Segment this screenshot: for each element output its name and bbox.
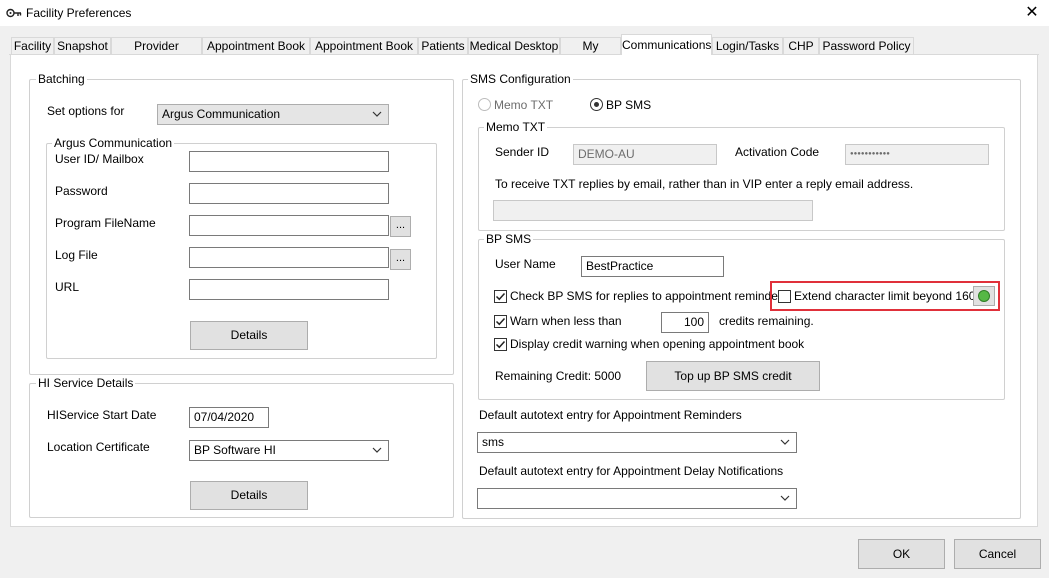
info-icon	[978, 290, 990, 302]
delay-autotext-dropdown[interactable]	[477, 488, 797, 509]
program-filename-browse-button[interactable]: ...	[390, 216, 411, 237]
chevron-down-icon	[372, 111, 382, 117]
password-input[interactable]	[189, 183, 389, 204]
activation-code-label: Activation Code	[735, 145, 820, 159]
url-label: URL	[55, 280, 80, 294]
tab-chp[interactable]: CHP	[783, 37, 819, 54]
reply-email-info: To receive TXT replies by email, rather …	[495, 177, 914, 191]
bp-sms-radio-label: BP SMS	[606, 98, 652, 112]
sender-id-label: Sender ID	[495, 145, 550, 159]
bp-sms-title: BP SMS	[484, 232, 534, 246]
chevron-down-icon	[372, 447, 382, 453]
tab-provider-options[interactable]: Provider Options	[111, 37, 202, 70]
checkmark-icon	[495, 340, 506, 349]
tab-password-policy[interactable]: Password Policy	[819, 37, 914, 54]
log-file-input[interactable]	[189, 247, 389, 268]
sender-id-input[interactable]: DEMO-AU	[573, 144, 717, 165]
tab-facility[interactable]: Facility	[11, 37, 54, 54]
set-options-value: Argus Communication	[162, 107, 281, 121]
tab-communications[interactable]: Communications	[621, 34, 712, 55]
top-up-button[interactable]: Top up BP SMS credit	[646, 361, 820, 391]
chevron-down-icon	[780, 439, 790, 445]
warn-label: Warn when less than	[510, 314, 622, 328]
extend-limit-info-button[interactable]	[973, 286, 995, 306]
hi-details-button[interactable]: Details	[190, 481, 308, 510]
warn-threshold-input[interactable]: 100	[661, 312, 709, 333]
memo-txt-title: Memo TXT	[484, 120, 548, 134]
sms-configuration-title: SMS Configuration	[468, 72, 573, 86]
display-warning-checkbox[interactable]	[494, 338, 507, 351]
tab-patients[interactable]: Patients	[418, 37, 468, 54]
argus-communication-title: Argus Communication	[52, 136, 175, 150]
delay-autotext-label: Default autotext entry for Appointment D…	[479, 464, 784, 478]
tab-appointment-book-1[interactable]: Appointment Book 1	[202, 37, 310, 70]
remaining-credit-label: Remaining Credit: 5000	[495, 369, 622, 383]
key-icon	[6, 6, 22, 20]
location-certificate-value: BP Software HI	[194, 443, 276, 457]
location-certificate-label: Location Certificate	[47, 440, 150, 454]
log-file-label: Log File	[55, 248, 98, 262]
cancel-button[interactable]: Cancel	[954, 539, 1041, 569]
window-title: Facility Preferences	[26, 6, 132, 20]
password-label: Password	[55, 184, 108, 198]
activation-code-input[interactable]: ●●●●●●●●●●●	[845, 144, 989, 165]
url-input[interactable]	[189, 279, 389, 300]
reply-email-input[interactable]	[493, 200, 813, 221]
chevron-down-icon	[780, 495, 790, 501]
tab-medical-desktop[interactable]: Medical Desktop	[468, 37, 560, 54]
reminder-autotext-label: Default autotext entry for Appointment R…	[479, 408, 742, 422]
ok-button[interactable]: OK	[858, 539, 945, 569]
location-certificate-dropdown[interactable]: BP Software HI	[189, 440, 389, 461]
tab-my-comms[interactable]: My Comms	[560, 37, 621, 70]
program-filename-label: Program FileName	[55, 216, 156, 230]
log-file-browse-button[interactable]: ...	[390, 249, 411, 270]
reminder-autotext-value: sms	[482, 435, 504, 449]
window-title-bar	[0, 0, 1049, 26]
user-id-input[interactable]	[189, 151, 389, 172]
reminder-autotext-dropdown[interactable]: sms	[477, 432, 797, 453]
memo-txt-radio[interactable]	[478, 98, 491, 111]
set-options-dropdown[interactable]: Argus Communication	[157, 104, 389, 125]
set-options-label: Set options for	[47, 104, 125, 118]
argus-details-button[interactable]: Details	[190, 321, 308, 350]
credits-remaining-label: credits remaining.	[719, 314, 814, 328]
display-warning-label: Display credit warning when opening appo…	[510, 337, 805, 351]
close-window-button[interactable]: ✕	[1022, 3, 1042, 23]
check-replies-checkbox[interactable]	[494, 290, 507, 303]
check-replies-label: Check BP SMS for replies to appointment …	[510, 289, 788, 303]
extend-limit-checkbox[interactable]	[778, 290, 791, 303]
batching-title: Batching	[36, 72, 87, 86]
checkmark-icon	[495, 317, 506, 326]
user-id-label: User ID/ Mailbox	[55, 152, 144, 166]
hi-start-date-label: HIService Start Date	[47, 408, 157, 422]
username-input[interactable]: BestPractice	[581, 256, 724, 277]
program-filename-input[interactable]	[189, 215, 389, 236]
hi-start-date-input[interactable]: 07/04/2020	[189, 407, 269, 428]
warn-credits-checkbox[interactable]	[494, 315, 507, 328]
extend-limit-label: Extend character limit beyond 160	[794, 289, 976, 303]
tab-appointment-book-2[interactable]: Appointment Book 2	[310, 37, 418, 70]
tab-snapshot[interactable]: Snapshot	[54, 37, 111, 54]
memo-txt-radio-label: Memo TXT	[494, 98, 554, 112]
tab-login-tasks[interactable]: Login/Tasks	[712, 37, 783, 54]
checkmark-icon	[495, 292, 506, 301]
username-label: User Name	[495, 257, 556, 271]
bp-sms-radio[interactable]	[590, 98, 603, 111]
hi-service-title: HI Service Details	[36, 376, 136, 390]
